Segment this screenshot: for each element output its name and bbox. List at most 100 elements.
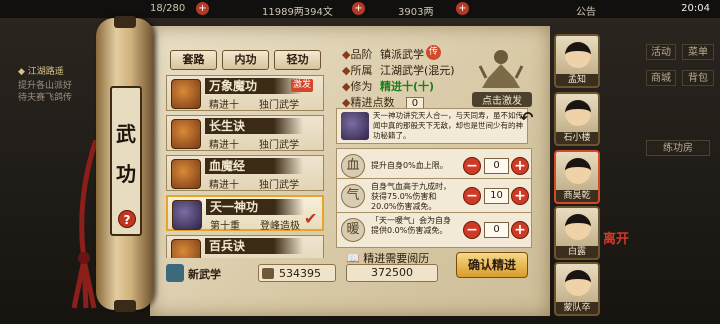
character-face bbox=[565, 42, 591, 68]
roller-cap-top bbox=[114, 16, 136, 28]
increase-button[interactable]: + bbox=[511, 221, 529, 239]
origin-row: ◆所属 江湖武学(混元) bbox=[342, 62, 455, 78]
character-name: 商昊乾 bbox=[556, 190, 598, 202]
yuanbao-value: 3903两 bbox=[398, 7, 434, 18]
skill-type: 登峰造极 bbox=[260, 221, 300, 232]
skill-scroll-icon bbox=[171, 159, 201, 189]
quest-title[interactable]: ◆ 江湖路遥 bbox=[18, 64, 64, 77]
decrease-button[interactable]: − bbox=[463, 187, 481, 205]
cultivation-label: 修为 bbox=[350, 80, 373, 93]
activated-badge: 激发 bbox=[291, 79, 314, 92]
quest-title-text: 江湖路遥 bbox=[27, 67, 64, 77]
cost-value: 372500 bbox=[346, 264, 438, 282]
skill-item[interactable]: 万象魔功 激发 精进十 独门武学 bbox=[166, 75, 324, 111]
skill-list[interactable]: 万象魔功 激发 精进十 独门武学 长生诀 精进十 独门武学 血魔经 精进十 独门… bbox=[166, 75, 328, 258]
skill-item[interactable]: 长生诀 精进十 独门武学 bbox=[166, 115, 324, 151]
skill-name: 百兵诀 bbox=[205, 238, 303, 254]
title-char-1: 武 bbox=[116, 122, 136, 146]
skill-name: 长生诀 bbox=[205, 118, 303, 134]
top-status-bar: + 18/280 11989两394文 + 3903两 + 公告 20:04 bbox=[0, 0, 720, 18]
skill-type: 独门武学 bbox=[259, 140, 299, 151]
title-char-2: 功 bbox=[116, 162, 136, 186]
bonus-count: 10 bbox=[484, 188, 509, 204]
training-room-button[interactable]: 练功房 bbox=[646, 140, 710, 156]
bonus-row: 暖 「天一暖气」会为自身提供0.0%伤害减免。 − 0 + bbox=[336, 212, 532, 248]
decrease-button[interactable]: − bbox=[463, 221, 481, 239]
decrease-button[interactable]: − bbox=[463, 157, 481, 175]
character-face bbox=[565, 158, 591, 184]
money-value: 534395 bbox=[279, 267, 321, 280]
character-name: 蒙队卒 bbox=[556, 302, 598, 314]
new-skill-icon bbox=[166, 264, 184, 282]
character-face bbox=[565, 270, 591, 296]
character-portrait[interactable]: 蒙队卒 bbox=[554, 262, 600, 316]
shop-button[interactable]: 商城 bbox=[646, 70, 676, 86]
skill-description: 天一神功讲究天人合一，与天同寿，虽不如传闻中真的那般天下无敌，却也是世间少有的神… bbox=[336, 108, 528, 144]
skill-level: 精进十 bbox=[209, 180, 239, 191]
help-icon[interactable]: ? bbox=[118, 210, 136, 228]
cultivation-value: 精进十(十) bbox=[380, 80, 435, 93]
meditating-figure-icon[interactable] bbox=[478, 48, 524, 96]
character-portrait-selected[interactable]: 商昊乾 bbox=[554, 150, 600, 204]
menu-button[interactable]: 菜单 bbox=[682, 44, 714, 60]
add-stamina-button[interactable]: + bbox=[196, 2, 209, 15]
add-yuanbao-button[interactable]: + bbox=[456, 2, 469, 15]
rank-label: 品阶 bbox=[350, 48, 373, 61]
increase-button[interactable]: + bbox=[511, 157, 529, 175]
origin-value: 江湖武学(混元) bbox=[380, 64, 455, 77]
character-name: 白露 bbox=[556, 246, 598, 258]
blood-icon: 血 bbox=[341, 154, 365, 178]
tab-neigong[interactable]: 内功 bbox=[222, 50, 269, 70]
activate-label[interactable]: 点击激发 bbox=[472, 92, 532, 107]
skill-name: 天一神功 bbox=[206, 199, 304, 215]
skill-level: 精进十 bbox=[209, 100, 239, 111]
bonus-row: 气 自身气血高于九成时，获得75.0%伤害和20.0%伤害减免。 − 10 + bbox=[336, 178, 532, 214]
cultivation-row: ◆修为 精进十(十) bbox=[342, 78, 434, 94]
skill-type: 独门武学 bbox=[259, 180, 299, 191]
character-name: 孟知 bbox=[556, 74, 598, 86]
character-name: 石小楼 bbox=[556, 132, 598, 144]
character-portrait[interactable]: 孟知 bbox=[554, 34, 600, 88]
confirm-advance-button[interactable]: 确认精进 bbox=[456, 252, 528, 278]
tab-taolu[interactable]: 套路 bbox=[170, 50, 217, 70]
leave-button[interactable]: 离开 bbox=[603, 232, 633, 248]
tab-qinggong[interactable]: 轻功 bbox=[274, 50, 321, 70]
skill-type: 独门武学 bbox=[259, 100, 299, 111]
activity-button[interactable]: 活动 bbox=[646, 44, 676, 60]
skill-level: 第十重 bbox=[210, 221, 240, 232]
checkmark-icon: ✔ bbox=[304, 209, 318, 228]
skill-item[interactable]: 血魔经 精进十 独门武学 bbox=[166, 155, 324, 191]
bonus-text: 自身气血高于九成时，获得75.0%伤害和20.0%伤害减免。 bbox=[371, 182, 451, 211]
rank-seal: 传 bbox=[426, 45, 441, 60]
increase-button[interactable]: + bbox=[511, 187, 529, 205]
qi-icon: 气 bbox=[341, 184, 365, 208]
character-face bbox=[565, 100, 591, 126]
description-text: 天一神功讲究天人合一，与天同寿，虽不如传闻中真的那般天下无敌，却也是世间少有的神… bbox=[373, 111, 523, 140]
warmth-icon: 暖 bbox=[341, 218, 365, 242]
skill-name: 万象魔功 bbox=[205, 78, 303, 94]
rank-row: ◆品阶 镇派武学 bbox=[342, 46, 424, 62]
add-currency-button[interactable]: + bbox=[352, 2, 365, 15]
money-display: 534395 bbox=[258, 264, 336, 282]
new-skill-label: 新武学 bbox=[188, 268, 221, 281]
skill-item[interactable]: 百兵诀 bbox=[166, 235, 324, 258]
notice-button[interactable]: 公告 bbox=[576, 3, 596, 18]
character-portrait[interactable]: 石小楼 bbox=[554, 92, 600, 146]
skill-name: 血魔经 bbox=[205, 158, 303, 174]
bag-button[interactable]: 背包 bbox=[682, 70, 714, 86]
skill-scroll-icon bbox=[171, 119, 201, 149]
character-portrait[interactable]: 白露 bbox=[554, 206, 600, 260]
stamina-value: 18/280 bbox=[150, 3, 186, 14]
back-arrow-icon[interactable]: ↶ bbox=[520, 108, 538, 127]
money-icon bbox=[262, 268, 274, 279]
character-face bbox=[565, 214, 591, 240]
bonus-text: 提升自身0%血上限。 bbox=[371, 161, 448, 170]
skill-level: 精进十 bbox=[209, 140, 239, 151]
skill-item-selected[interactable]: 天一神功 第十重 登峰造极 ✔ bbox=[166, 195, 324, 232]
skill-book-icon bbox=[172, 200, 202, 230]
new-skill-button[interactable]: 新武学 bbox=[166, 264, 248, 282]
origin-label: 所属 bbox=[350, 64, 373, 77]
rank-value: 镇派武学 bbox=[380, 48, 424, 61]
currency-value: 11989两394文 bbox=[262, 7, 333, 18]
skill-scroll-icon bbox=[171, 239, 201, 258]
